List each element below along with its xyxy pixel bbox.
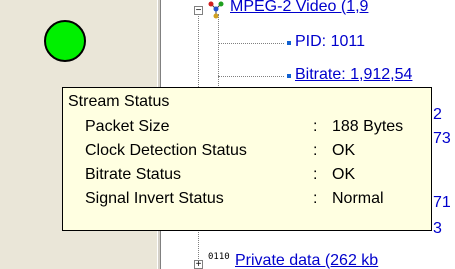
private-data-label[interactable]: Private data (262 kb [235, 252, 378, 269]
separator: : [313, 166, 318, 183]
collapse-toggle[interactable]: − [194, 6, 203, 16]
stream-status-tooltip: Stream Status Packet Size : 188 Bytes Cl… [62, 87, 432, 231]
bitrate-status-label: Bitrate Status [85, 166, 182, 183]
pid-label[interactable]: PID: 1011 [295, 33, 365, 51]
signal-invert-value: Normal [332, 190, 384, 207]
hidden-row-fragment: 71 [433, 194, 451, 211]
binary-data-icon: 0110 [208, 252, 230, 262]
stream-node-label[interactable]: MPEG-2 Video (1,9 [230, 0, 368, 16]
stream-status-indicator[interactable] [44, 20, 86, 62]
signal-invert-label: Signal Invert Status [85, 190, 224, 207]
network-node-icon [208, 1, 224, 19]
hidden-row-fragment: 2 [433, 106, 442, 123]
branch-line [218, 76, 284, 77]
hidden-row-fragment: 3 [433, 220, 442, 237]
hidden-row-fragment: 73 [433, 130, 451, 147]
clock-detection-label: Clock Detection Status [85, 142, 247, 159]
bitrate-status-value: OK [332, 166, 356, 183]
bitrate-label[interactable]: Bitrate: 1,912,54 [295, 66, 412, 84]
expand-toggle[interactable]: + [194, 260, 203, 269]
separator: : [313, 190, 318, 207]
tooltip-title: Stream Status [68, 93, 170, 110]
packet-size-label: Packet Size [85, 118, 170, 135]
packet-size-value: 188 Bytes [332, 118, 404, 135]
separator: : [313, 142, 318, 159]
separator: : [313, 118, 318, 135]
clock-detection-value: OK [332, 142, 356, 159]
leaf-bullet-icon [287, 74, 291, 78]
leaf-bullet-icon [287, 41, 291, 45]
branch-line [218, 43, 284, 44]
